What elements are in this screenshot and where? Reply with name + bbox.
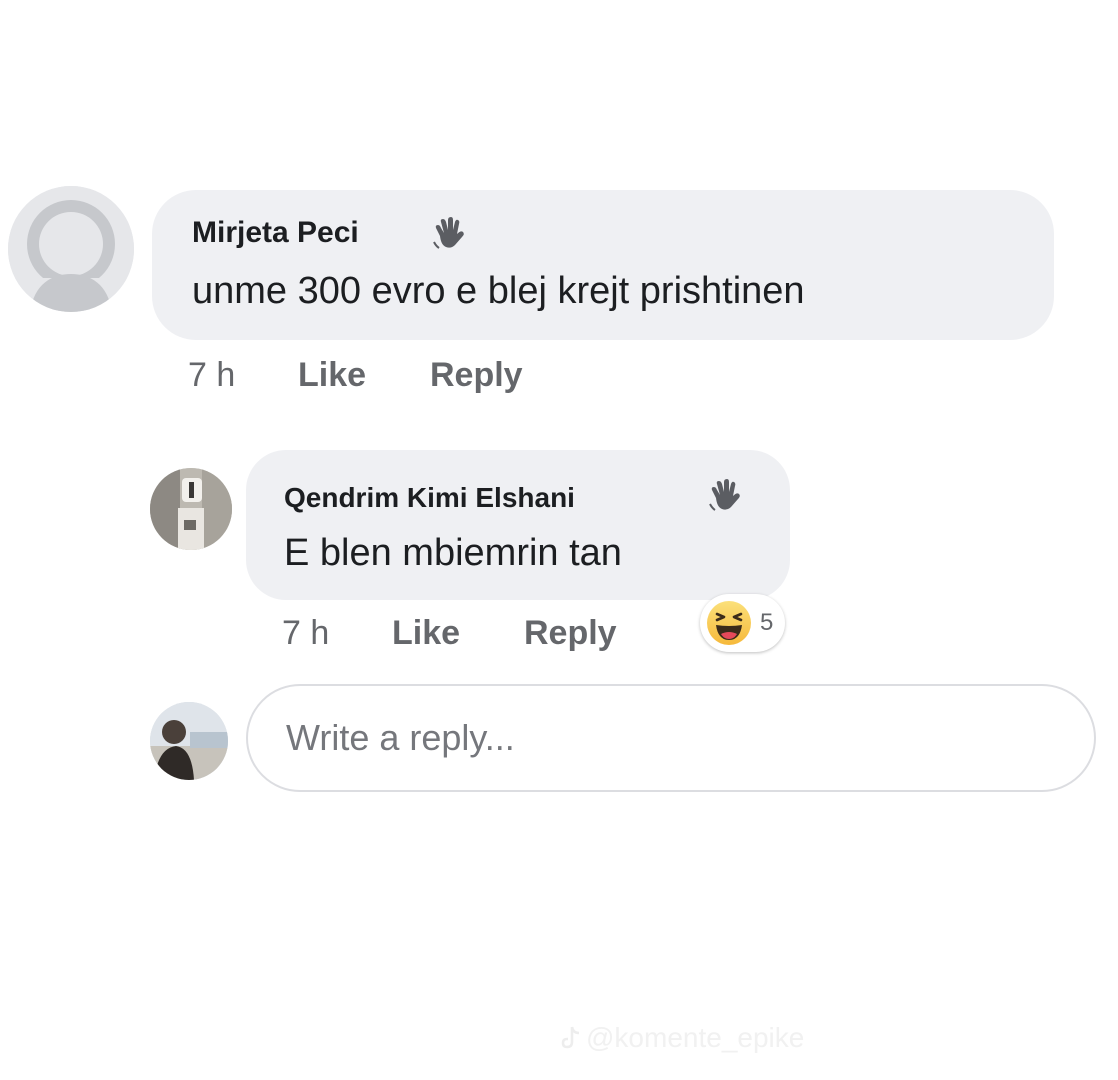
waving-hand-icon [708,478,742,517]
reply-input[interactable] [286,712,1046,764]
comment-author[interactable]: Mirjeta Peci [192,216,359,250]
reply-bubble [246,450,790,600]
avatar-default[interactable] [8,186,134,312]
like-button[interactable]: Like [298,356,366,395]
reaction-count: 5 [760,609,774,636]
comment-timestamp[interactable]: 7 h [188,356,235,395]
reply-button[interactable]: Reply [430,356,523,395]
reply-author[interactable]: Qendrim Kimi Elshani [284,482,575,514]
avatar[interactable] [150,468,232,550]
reply-button[interactable]: Reply [524,614,617,653]
watermark: @komente_epike [560,1022,804,1054]
reaction-summary[interactable]: 5 [700,594,786,652]
waving-hand-icon [432,216,466,255]
profile-photo-icon [150,702,228,780]
default-avatar-icon [8,186,134,312]
tiktok-icon [561,1026,580,1049]
like-button[interactable]: Like [392,614,460,653]
watermark-text: @komente_epike [586,1022,805,1053]
reply-text: E blen mbiemrin tan [284,532,622,574]
haha-emoji-icon [707,601,751,645]
current-user-avatar[interactable] [150,702,228,780]
profile-photo-icon [150,468,232,550]
comment-text: unme 300 evro e blej krejt prishtinen [192,270,805,312]
reply-timestamp[interactable]: 7 h [282,614,329,653]
comment-bubble [152,190,1054,340]
reply-composer[interactable] [246,684,1096,792]
